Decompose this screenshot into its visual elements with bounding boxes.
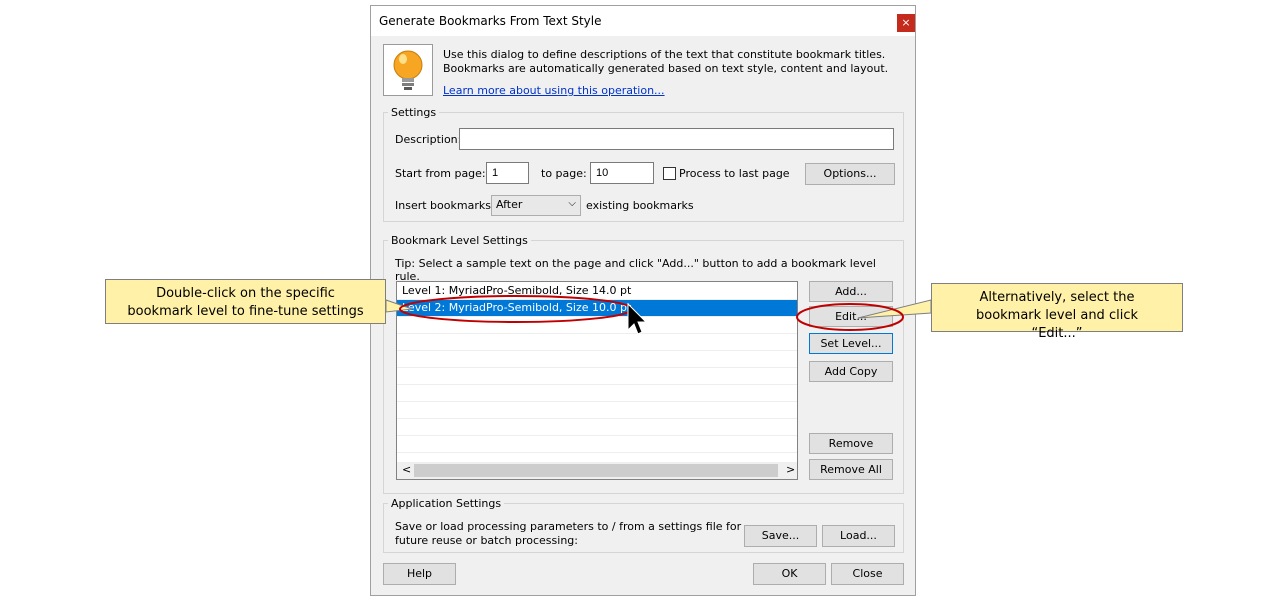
bookmark-level-group-label: Bookmark Level Settings [388,234,531,247]
list-item-selected[interactable]: Level 2: MyriadPro-Semibold, Size 10.0 p… [397,300,797,317]
learn-more-link[interactable]: Learn more about using this operation... [443,84,665,97]
list-item-empty [397,317,797,334]
insert-bookmarks-label: Insert bookmarks: [395,199,495,212]
list-item-empty [397,385,797,402]
left-callout: Double-click on the specific bookmark le… [105,279,386,324]
title-bar: Generate Bookmarks From Text Style × [371,6,915,36]
bookmark-level-list[interactable]: Level 1: MyriadPro-Semibold, Size 14.0 p… [396,281,798,480]
help-button[interactable]: Help [383,563,456,585]
options-button[interactable]: Options... [805,163,895,185]
process-last-page-checkbox[interactable] [663,167,676,180]
start-page-label: Start from page: [395,167,486,180]
add-copy-button[interactable]: Add Copy [809,361,893,382]
application-settings-label: Application Settings [388,497,505,510]
scroll-left-icon[interactable]: < [402,463,411,476]
existing-bookmarks-label: existing bookmarks [586,199,694,212]
to-page-label: to page: [541,167,587,180]
to-page-input[interactable] [590,162,654,184]
insert-bookmarks-select[interactable]: After ⌵ [491,195,581,216]
load-button[interactable]: Load... [822,525,895,547]
lightbulb-icon [383,44,433,96]
right-callout: Alternatively, select the bookmark level… [931,283,1183,341]
list-item-empty [397,368,797,385]
description-input[interactable] [459,128,894,150]
add-button[interactable]: Add... [809,281,893,302]
scrollbar-thumb[interactable] [414,464,778,477]
scroll-right-icon[interactable]: > [786,463,795,476]
settings-group: Settings Description: Start from page: t… [383,106,904,222]
start-page-input[interactable] [486,162,529,184]
save-button[interactable]: Save... [744,525,817,547]
list-item-empty [397,436,797,453]
ok-button[interactable]: OK [753,563,826,585]
list-item-empty [397,334,797,351]
insert-bookmarks-value: After [496,198,523,211]
description-label: Description: [395,133,462,146]
settings-group-label: Settings [388,106,440,119]
horizontal-scrollbar[interactable]: < > [397,462,797,479]
info-text: Use this dialog to define descriptions o… [443,48,889,75]
remove-all-button[interactable]: Remove All [809,459,893,480]
application-settings-text: Save or load processing parameters to / … [395,520,742,547]
list-item-empty [397,351,797,368]
remove-button[interactable]: Remove [809,433,893,454]
chevron-down-icon: ⌵ [568,198,576,209]
dialog-title: Generate Bookmarks From Text Style [379,14,602,28]
list-item-empty [397,402,797,419]
close-button[interactable]: Close [831,563,904,585]
process-last-page-label: Process to last page [679,167,790,180]
set-level-button[interactable]: Set Level... [809,333,893,354]
application-settings-group: Application Settings Save or load proces… [383,497,904,553]
edit-button[interactable]: Edit... [809,306,893,327]
tip-text: Tip: Select a sample text on the page an… [395,257,876,283]
list-item-empty [397,419,797,436]
list-item[interactable]: Level 1: MyriadPro-Semibold, Size 14.0 p… [397,283,797,300]
close-icon[interactable]: × [897,14,915,32]
